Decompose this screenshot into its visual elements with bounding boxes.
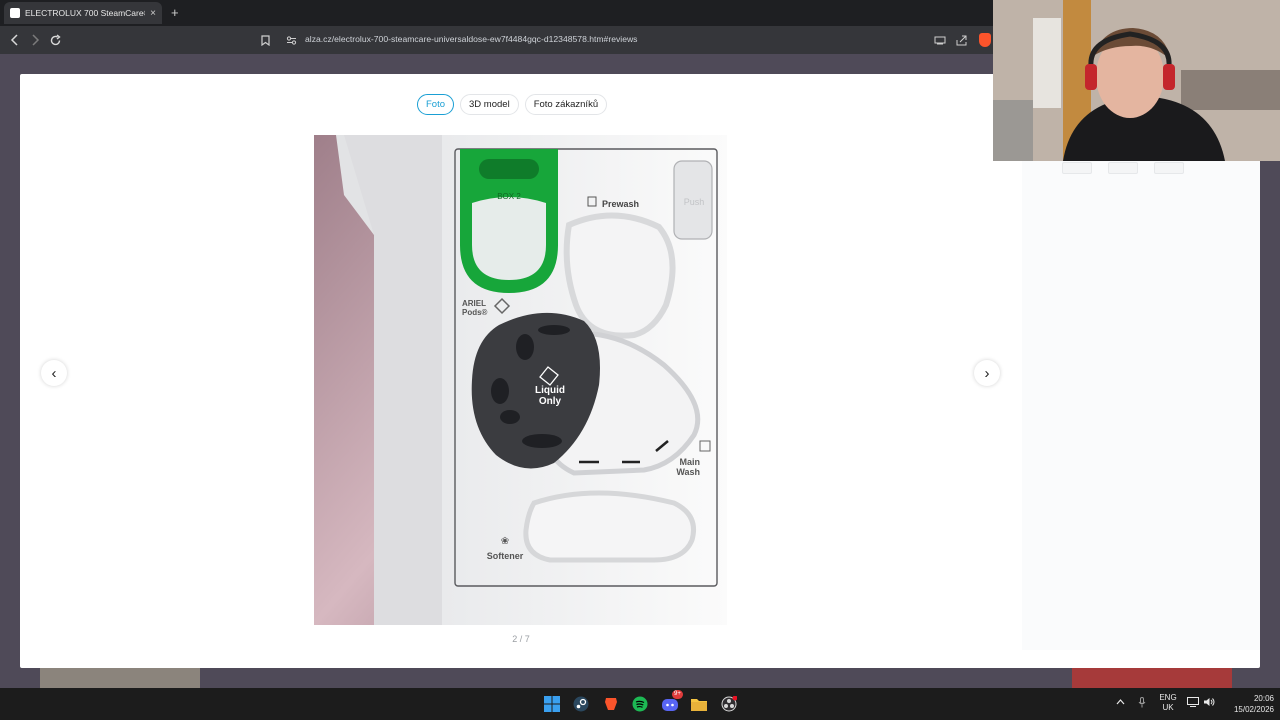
ariel-label-line1: ARIEL xyxy=(462,299,486,308)
prewash-compartment xyxy=(563,212,676,339)
gallery-side-panel xyxy=(1022,160,1260,650)
windows-taskbar: 9+ ENG UK 20:06 15/02/2026 xyxy=(0,688,1280,720)
cap-hole xyxy=(500,410,520,424)
push-label: Push xyxy=(684,197,705,207)
tab-3d-model[interactable]: 3D model xyxy=(460,94,519,115)
gallery-modal: Foto 3D model Foto zákazníků ‹ › BOX 2 P… xyxy=(20,74,1260,668)
background-promo-banner xyxy=(1072,668,1232,688)
tab-close-icon[interactable]: × xyxy=(150,8,156,19)
file-explorer-icon[interactable] xyxy=(689,694,709,714)
chevron-left-icon: ‹ xyxy=(51,364,57,382)
forward-arrow-icon[interactable] xyxy=(26,31,44,49)
thumbnail-strip xyxy=(1062,162,1202,176)
microphone-icon[interactable] xyxy=(1138,697,1146,711)
liquid-only-label-line1: Liquid xyxy=(535,385,565,396)
main-wash-label-line1: Main xyxy=(679,457,700,467)
clock-date: 15/02/2026 xyxy=(1233,705,1274,714)
obs-studio-icon[interactable] xyxy=(719,694,739,714)
volume-icon[interactable] xyxy=(1203,697,1215,710)
next-image-button[interactable]: › xyxy=(974,360,1000,386)
chevron-right-icon: › xyxy=(984,364,990,382)
bookmark-icon[interactable] xyxy=(258,33,272,47)
box-label: BOX 2 xyxy=(497,192,521,201)
thumbnail[interactable] xyxy=(1062,162,1092,174)
image-counter: 2 / 7 xyxy=(512,634,530,644)
softener-compartment xyxy=(523,490,696,563)
site-settings-icon[interactable] xyxy=(284,33,298,47)
background-shelf xyxy=(1181,70,1280,110)
background-product-image xyxy=(40,668,200,688)
pods-box-window xyxy=(472,197,546,280)
keyboard-layout: UK xyxy=(1162,703,1174,712)
spotify-icon[interactable] xyxy=(630,694,650,714)
show-hidden-icons-chevron-icon[interactable] xyxy=(1116,697,1125,708)
language-code: ENG xyxy=(1159,693,1177,702)
cap-hole xyxy=(491,378,509,404)
cap-slot xyxy=(522,434,562,448)
thumbnail[interactable] xyxy=(1108,162,1138,174)
headset-earcup xyxy=(1085,64,1097,90)
cast-icon[interactable] xyxy=(933,33,947,47)
background-radiator xyxy=(993,100,1033,161)
cap-slot xyxy=(538,325,570,335)
cat-tree-post xyxy=(1033,18,1061,108)
new-tab-button[interactable]: + xyxy=(171,5,179,20)
softener-flower-icon: ❀ xyxy=(501,536,509,547)
address-bar-url[interactable]: alza.cz/electrolux-700-steamcare-univers… xyxy=(305,34,637,44)
brave-browser-icon[interactable] xyxy=(601,694,621,714)
back-arrow-icon[interactable] xyxy=(6,31,24,49)
previous-image-button[interactable]: ‹ xyxy=(41,360,67,386)
headset-earcup xyxy=(1163,64,1175,90)
main-wash-label-line2: Wash xyxy=(676,467,700,477)
system-clock[interactable]: 20:06 15/02/2026 xyxy=(1222,693,1274,715)
webcam-overlay xyxy=(993,0,1280,161)
reload-icon[interactable] xyxy=(46,31,64,49)
alza-favicon-icon xyxy=(10,8,20,18)
language-indicator[interactable]: ENG UK xyxy=(1157,693,1179,713)
tab-customer-photos[interactable]: Foto zákazníků xyxy=(524,94,608,115)
softener-label: Softener xyxy=(487,551,524,561)
cap-hole xyxy=(516,334,534,360)
pods-box-slot xyxy=(479,159,539,179)
windows-start-icon[interactable] xyxy=(542,694,562,714)
thumbnail[interactable] xyxy=(1154,162,1184,174)
ariel-label-line2: Pods® xyxy=(462,308,488,317)
brave-shields-icon[interactable] xyxy=(979,33,991,47)
discord-icon[interactable]: 9+ xyxy=(660,690,683,714)
share-icon[interactable] xyxy=(955,33,969,47)
clock-time: 20:06 xyxy=(1253,694,1274,703)
steam-icon[interactable] xyxy=(571,694,591,714)
product-image-detergent-drawer: BOX 2 Prewash Push ARIEL Pods® Main Wash… xyxy=(314,135,727,625)
liquid-only-label-line2: Only xyxy=(539,396,562,407)
browser-tab-active[interactable]: ELECTROLUX 700 SteamCare® U × xyxy=(4,2,162,24)
discord-notification-badge: 9+ xyxy=(672,690,683,699)
gallery-tabs: Foto 3D model Foto zákazníků xyxy=(417,94,608,115)
tab-foto[interactable]: Foto xyxy=(417,94,455,115)
prewash-label: Prewash xyxy=(602,199,639,209)
tab-title: ELECTROLUX 700 SteamCare® U xyxy=(25,8,146,18)
network-icon[interactable] xyxy=(1187,697,1199,710)
